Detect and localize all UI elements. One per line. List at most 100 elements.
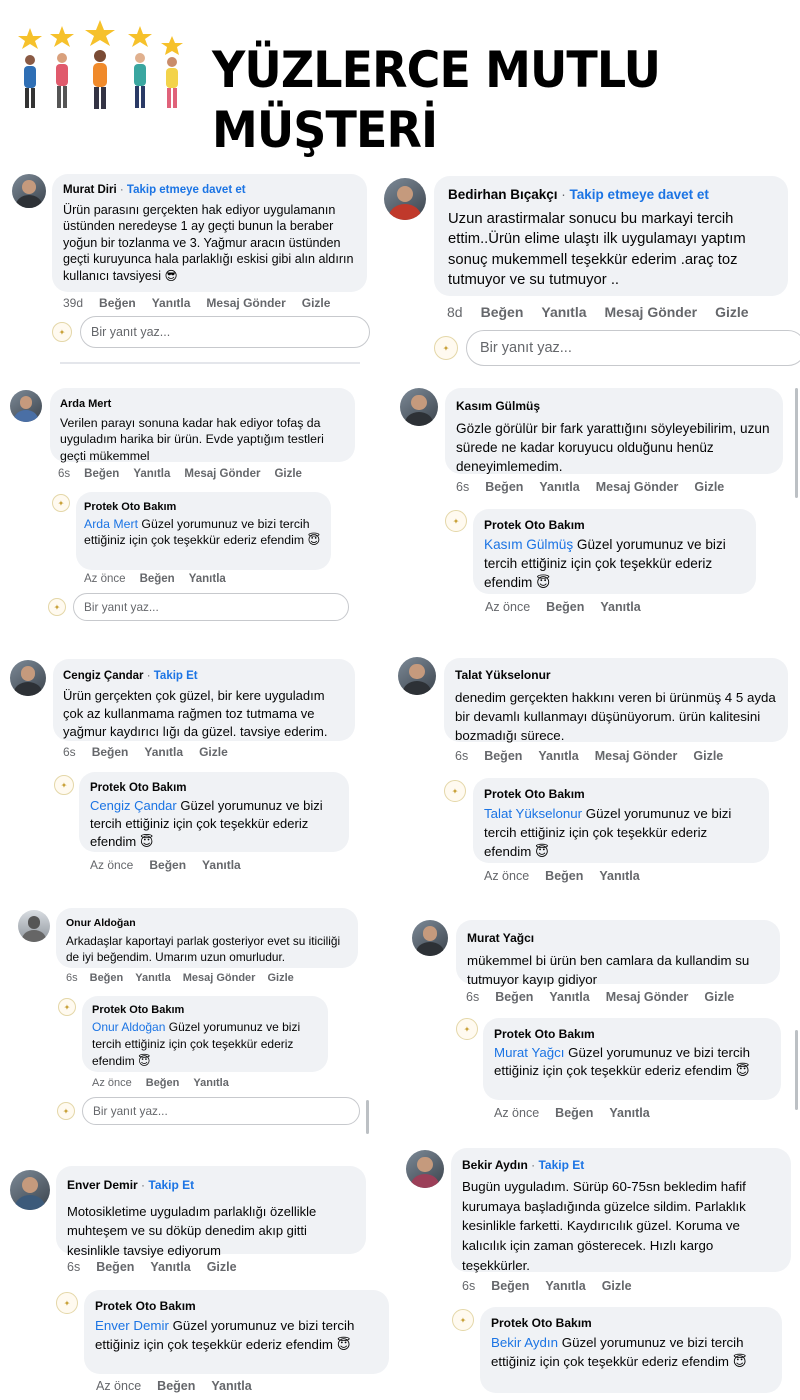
send-message-button[interactable]: Mesaj Gönder	[606, 990, 689, 1004]
commenter-name[interactable]: Onur Aldoğan	[66, 917, 136, 929]
reply-input[interactable]: Bir yanıt yaz...	[82, 1097, 360, 1125]
send-message-button[interactable]: Mesaj Gönder	[184, 468, 260, 480]
like-button[interactable]: Beğen	[84, 468, 119, 480]
timestamp[interactable]: Az önce	[90, 858, 133, 872]
like-button[interactable]: Beğen	[140, 573, 175, 585]
commenter-name[interactable]: Kasım Gülmüş	[456, 399, 540, 413]
hide-button[interactable]: Gizle	[207, 1260, 237, 1274]
timestamp[interactable]: Az önce	[92, 1077, 132, 1089]
timestamp[interactable]: 39d	[63, 296, 83, 310]
reply-button[interactable]: Yanıtla	[539, 480, 579, 494]
timestamp[interactable]: Az önce	[484, 869, 529, 883]
timestamp[interactable]: 6s	[63, 745, 76, 759]
hide-button[interactable]: Gizle	[274, 468, 301, 480]
like-button[interactable]: Beğen	[484, 749, 522, 763]
commenter-name[interactable]: Bekir Aydın	[462, 1158, 528, 1172]
scrollbar[interactable]	[795, 1030, 798, 1110]
mentioned-user-link[interactable]: Cengiz Çandar	[90, 798, 177, 813]
avatar[interactable]	[406, 1150, 444, 1188]
commenter-name[interactable]: Enver Demir	[67, 1178, 138, 1192]
avatar[interactable]	[384, 178, 426, 220]
mentioned-user-link[interactable]: Bekir Aydın	[491, 1335, 558, 1350]
like-button[interactable]: Beğen	[481, 304, 524, 320]
shop-name[interactable]: Protek Oto Bakım	[494, 1025, 770, 1044]
reply-button[interactable]: Yanıtla	[538, 749, 578, 763]
like-button[interactable]: Beğen	[90, 972, 124, 984]
send-message-button[interactable]: Mesaj Gönder	[596, 480, 679, 494]
follow-link[interactable]: Takip Et	[538, 1158, 584, 1172]
reply-input[interactable]: Bir yanıt yaz...	[466, 330, 800, 366]
like-button[interactable]: Beğen	[555, 1106, 593, 1120]
timestamp[interactable]: 6s	[67, 1260, 80, 1274]
reply-button[interactable]: Yanıtla	[193, 1077, 228, 1089]
send-message-button[interactable]: Mesaj Gönder	[183, 972, 256, 984]
like-button[interactable]: Beğen	[96, 1260, 134, 1274]
follow-link[interactable]: Takip Et	[148, 1178, 194, 1192]
timestamp[interactable]: Az önce	[485, 600, 530, 614]
reply-button[interactable]: Yanıtla	[144, 745, 183, 759]
commenter-name[interactable]: Bedirhan Bıçakçı	[448, 187, 558, 202]
shop-name[interactable]: Protek Oto Bakım	[84, 499, 323, 516]
mentioned-user-link[interactable]: Talat Yükselonur	[484, 806, 582, 821]
like-button[interactable]: Beğen	[485, 480, 523, 494]
follow-link[interactable]: Takip Et	[154, 670, 198, 682]
avatar[interactable]	[18, 910, 50, 942]
avatar[interactable]	[10, 660, 46, 696]
shop-name[interactable]: Protek Oto Bakım	[95, 1297, 378, 1316]
reply-button[interactable]: Yanıtla	[545, 1279, 585, 1293]
hide-button[interactable]: Gizle	[602, 1279, 632, 1293]
commenter-name[interactable]: Murat Diri	[63, 184, 117, 196]
mentioned-user-link[interactable]: Kasım Gülmüş	[484, 537, 573, 552]
like-button[interactable]: Beğen	[157, 1379, 195, 1393]
timestamp[interactable]: 6s	[466, 990, 479, 1004]
like-button[interactable]: Beğen	[495, 990, 533, 1004]
like-button[interactable]: Beğen	[546, 600, 584, 614]
reply-button[interactable]: Yanıtla	[549, 990, 589, 1004]
like-button[interactable]: Beğen	[149, 858, 186, 872]
timestamp[interactable]: 6s	[58, 468, 70, 480]
commenter-name[interactable]: Talat Yükselonur	[455, 668, 551, 682]
hide-button[interactable]: Gizle	[199, 745, 228, 759]
reply-button[interactable]: Yanıtla	[133, 468, 170, 480]
hide-button[interactable]: Gizle	[693, 749, 723, 763]
reply-button[interactable]: Yanıtla	[189, 573, 226, 585]
like-button[interactable]: Beğen	[491, 1279, 529, 1293]
reply-input[interactable]: Bir yanıt yaz...	[80, 316, 370, 348]
mentioned-user-link[interactable]: Onur Aldoğan	[92, 1020, 165, 1034]
mentioned-user-link[interactable]: Enver Demir	[95, 1318, 169, 1333]
shop-name[interactable]: Protek Oto Bakım	[92, 1002, 318, 1019]
reply-button[interactable]: Yanıtla	[202, 858, 241, 872]
like-button[interactable]: Beğen	[92, 745, 129, 759]
mentioned-user-link[interactable]: Arda Mert	[84, 517, 138, 531]
timestamp[interactable]: Az önce	[96, 1379, 141, 1393]
scrollbar[interactable]	[795, 388, 798, 498]
avatar[interactable]	[398, 657, 436, 695]
timestamp[interactable]: 8d	[447, 304, 463, 320]
reply-button[interactable]: Yanıtla	[135, 972, 170, 984]
avatar[interactable]	[400, 388, 438, 426]
timestamp[interactable]: 6s	[455, 749, 468, 763]
timestamp[interactable]: Az önce	[84, 573, 126, 585]
shop-name[interactable]: Protek Oto Bakım	[484, 516, 745, 535]
reply-input[interactable]: Bir yanıt yaz...	[73, 593, 349, 621]
timestamp[interactable]: 6s	[66, 972, 78, 984]
send-message-button[interactable]: Mesaj Gönder	[206, 296, 285, 310]
commenter-name[interactable]: Cengiz Çandar	[63, 670, 144, 682]
reply-button[interactable]: Yanıtla	[211, 1379, 251, 1393]
mentioned-user-link[interactable]: Murat Yağcı	[494, 1045, 564, 1060]
hide-button[interactable]: Gizle	[694, 480, 724, 494]
commenter-name[interactable]: Murat Yağcı	[467, 931, 534, 945]
like-button[interactable]: Beğen	[146, 1077, 180, 1089]
reply-button[interactable]: Yanıtla	[541, 304, 586, 320]
hide-button[interactable]: Gizle	[704, 990, 734, 1004]
timestamp[interactable]: Az önce	[494, 1106, 539, 1120]
reply-button[interactable]: Yanıtla	[609, 1106, 649, 1120]
shop-name[interactable]: Protek Oto Bakım	[484, 785, 758, 804]
shop-name[interactable]: Protek Oto Bakım	[90, 779, 338, 797]
like-button[interactable]: Beğen	[99, 296, 136, 310]
like-button[interactable]: Beğen	[545, 869, 583, 883]
reply-button[interactable]: Yanıtla	[600, 600, 640, 614]
reply-button[interactable]: Yanıtla	[150, 1260, 190, 1274]
avatar[interactable]	[12, 174, 46, 208]
hide-button[interactable]: Gizle	[715, 304, 748, 320]
